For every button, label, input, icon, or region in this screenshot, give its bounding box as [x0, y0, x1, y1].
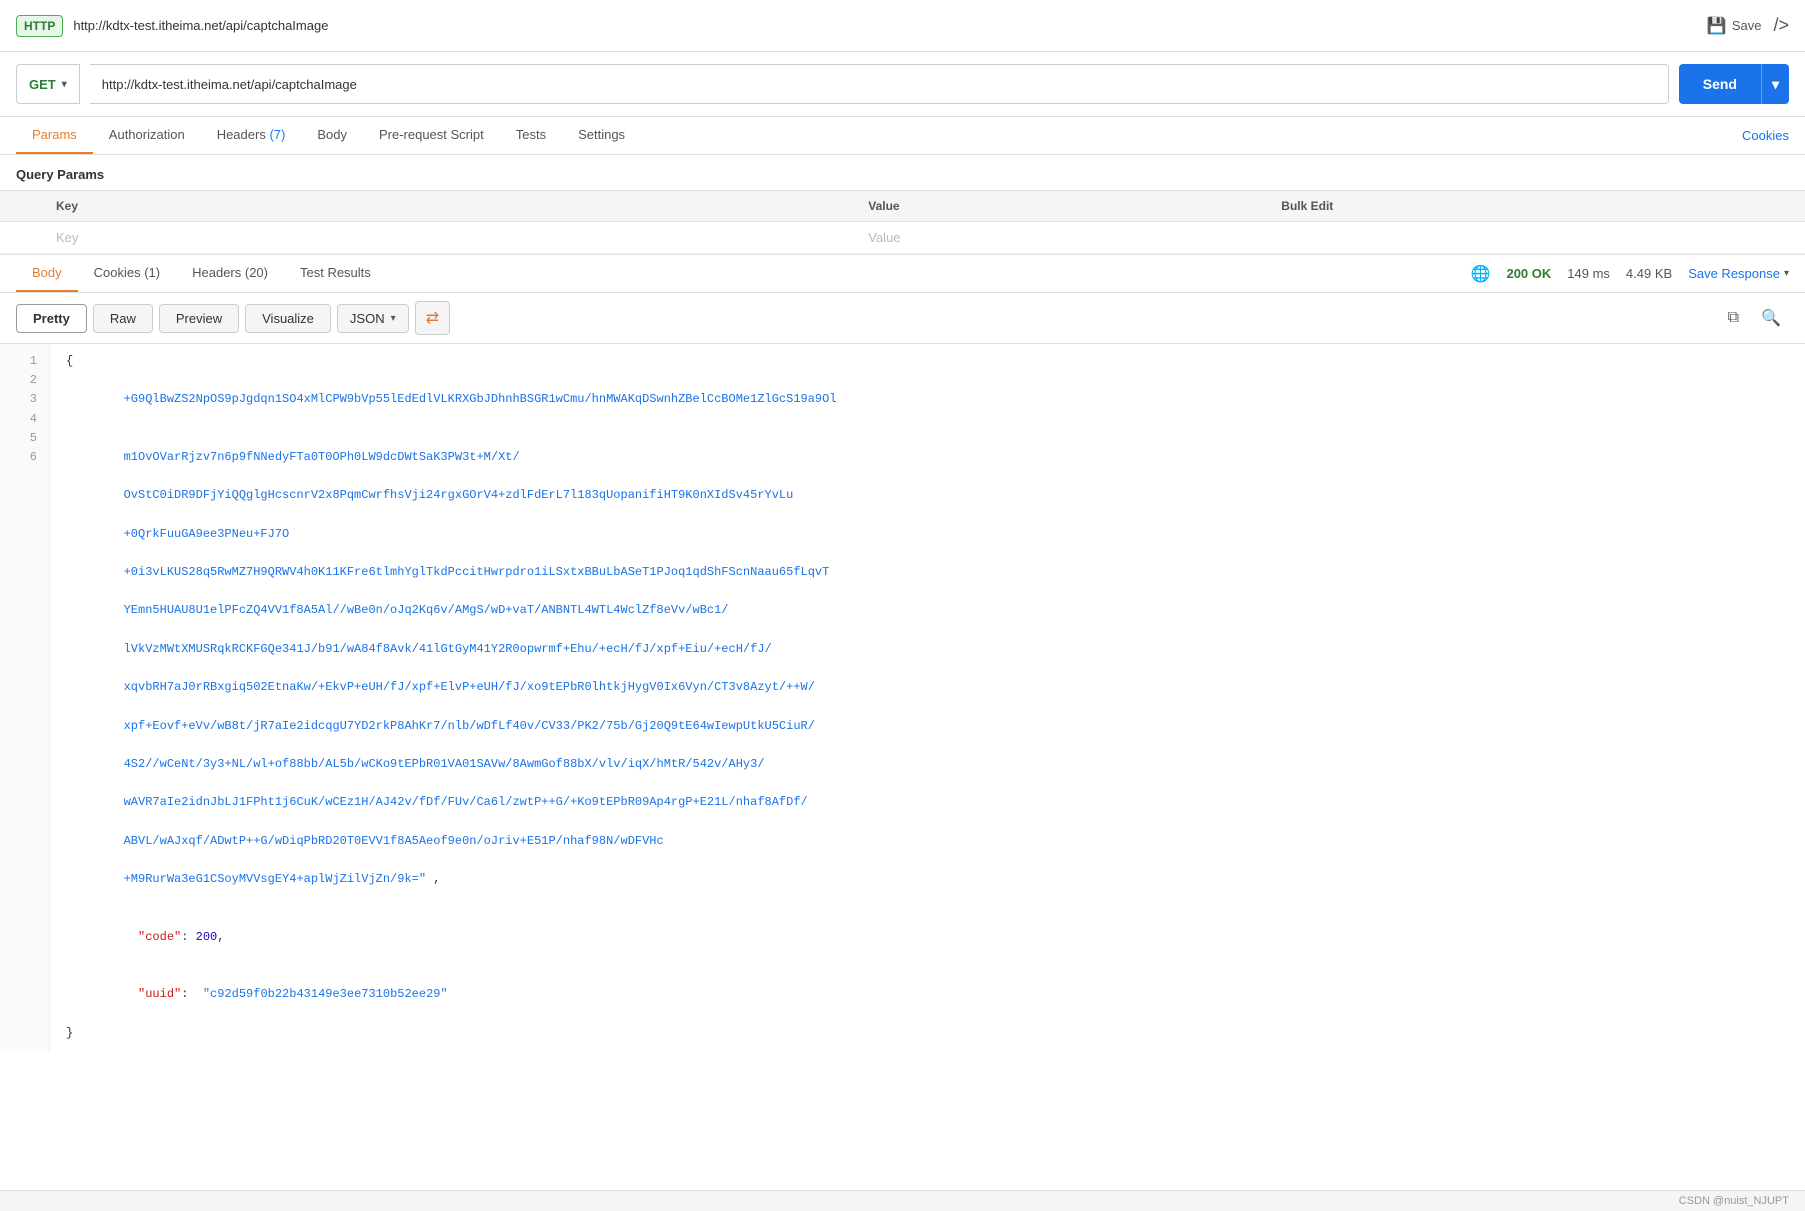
params-check-col: [0, 191, 40, 222]
copy-icon: ⧉: [1728, 309, 1739, 326]
code-line: "uuid": "c92d59f0b22b43149e3ee7310b52ee2…: [66, 966, 1789, 1024]
copy-button[interactable]: ⧉: [1720, 305, 1747, 331]
line-num: 6: [0, 448, 49, 467]
tab-body[interactable]: Body: [301, 117, 363, 154]
response-body: 1 2 3 4 5 6 { +G9QlBwZS2NpOS9pJgdqn1SO4x…: [0, 344, 1805, 1051]
search-icon: 🔍: [1761, 310, 1781, 327]
cookies-link[interactable]: Cookies: [1742, 118, 1789, 153]
params-value-col: Value: [852, 191, 1265, 222]
globe-icon: 🌐: [1471, 264, 1491, 284]
tab-pre-request[interactable]: Pre-request Script: [363, 117, 500, 154]
line-num: 5: [0, 429, 49, 448]
row-key-input[interactable]: Key: [40, 222, 852, 254]
method-chevron-icon: ▾: [62, 79, 67, 90]
method-select[interactable]: GET ▾: [16, 64, 80, 104]
res-tab-test-results[interactable]: Test Results: [284, 255, 387, 292]
line-num: 2: [0, 371, 49, 390]
save-button[interactable]: 💾 Save: [1707, 16, 1762, 36]
row-actions: [1265, 222, 1805, 254]
tab-settings[interactable]: Settings: [562, 117, 641, 154]
request-tabs: Params Authorization Headers (7) Body Pr…: [0, 117, 1805, 155]
visualize-button[interactable]: Visualize: [245, 304, 331, 333]
send-button-group: Send ▾: [1679, 64, 1789, 104]
response-tabs: Body Cookies (1) Headers (20) Test Resul…: [0, 254, 1805, 293]
code-line: }: [66, 1024, 1789, 1043]
row-checkbox[interactable]: [0, 222, 40, 254]
response-toolbar: Pretty Raw Preview Visualize JSON ▾ ⇄ ⧉ …: [0, 293, 1805, 344]
request-bar: GET ▾ Send ▾: [0, 52, 1805, 117]
res-tab-body[interactable]: Body: [16, 255, 78, 292]
send-dropdown-button[interactable]: ▾: [1761, 64, 1789, 104]
row-value-input[interactable]: Value: [852, 222, 1265, 254]
code-area: 1 2 3 4 5 6 { +G9QlBwZS2NpOS9pJgdqn1SO4x…: [0, 344, 1805, 1051]
bottom-bar: CSDN @nuist_NJUPT: [0, 1190, 1805, 1211]
wrap-button[interactable]: ⇄: [415, 301, 450, 335]
top-bar-actions: 💾 Save />: [1707, 15, 1789, 36]
raw-button[interactable]: Raw: [93, 304, 153, 333]
url-input[interactable]: [102, 77, 1656, 92]
res-tab-cookies[interactable]: Cookies (1): [78, 255, 176, 292]
params-key-col: Key: [40, 191, 852, 222]
response-size: 4.49 KB: [1626, 266, 1672, 281]
line-num: 1: [0, 352, 49, 371]
top-bar-url: http://kdtx-test.itheima.net/api/captcha…: [73, 18, 1697, 33]
preview-button[interactable]: Preview: [159, 304, 239, 333]
tab-headers[interactable]: Headers (7): [201, 117, 302, 154]
table-row: Key Value: [0, 222, 1805, 254]
send-button[interactable]: Send: [1679, 64, 1761, 104]
search-button[interactable]: 🔍: [1753, 304, 1789, 332]
response-time: 149 ms: [1567, 266, 1610, 281]
code-icon[interactable]: />: [1773, 15, 1789, 36]
code-line: m1OvOVarRjzv7n6p9fNNedyFTa0T0OPh0LW9dcDW…: [66, 429, 1789, 909]
pretty-button[interactable]: Pretty: [16, 304, 87, 333]
response-status: 200 OK: [1506, 266, 1551, 281]
code-line: "code": 200,: [66, 908, 1789, 966]
tab-params[interactable]: Params: [16, 117, 93, 154]
res-tab-headers[interactable]: Headers (20): [176, 255, 284, 292]
format-chevron-icon: ▾: [391, 313, 396, 324]
code-line: +G9QlBwZS2NpOS9pJgdqn1SO4xMlCPW9bVp55lEd…: [66, 371, 1789, 429]
line-num: 3: [0, 390, 49, 409]
query-params-header: Query Params: [0, 155, 1805, 190]
line-num: 4: [0, 410, 49, 429]
response-meta: 🌐 200 OK 149 ms 4.49 KB Save Response ▾: [1471, 264, 1789, 284]
url-input-wrapper: [90, 64, 1669, 104]
params-table: Key Value Bulk Edit Key Value: [0, 190, 1805, 254]
tab-tests[interactable]: Tests: [500, 117, 562, 154]
save-icon: 💾: [1707, 16, 1727, 36]
save-response-chevron-icon: ▾: [1784, 268, 1789, 279]
wrap-icon: ⇄: [426, 310, 439, 327]
top-bar: HTTP http://kdtx-test.itheima.net/api/ca…: [0, 0, 1805, 52]
line-numbers: 1 2 3 4 5 6: [0, 344, 50, 1051]
tab-authorization[interactable]: Authorization: [93, 117, 201, 154]
code-line: {: [66, 352, 1789, 371]
bulk-edit-button[interactable]: Bulk Edit: [1265, 191, 1805, 222]
format-select[interactable]: JSON ▾: [337, 304, 409, 333]
save-response-button[interactable]: Save Response ▾: [1688, 266, 1789, 281]
method-badge: HTTP: [16, 15, 63, 37]
code-content: { +G9QlBwZS2NpOS9pJgdqn1SO4xMlCPW9bVp55l…: [50, 344, 1805, 1051]
